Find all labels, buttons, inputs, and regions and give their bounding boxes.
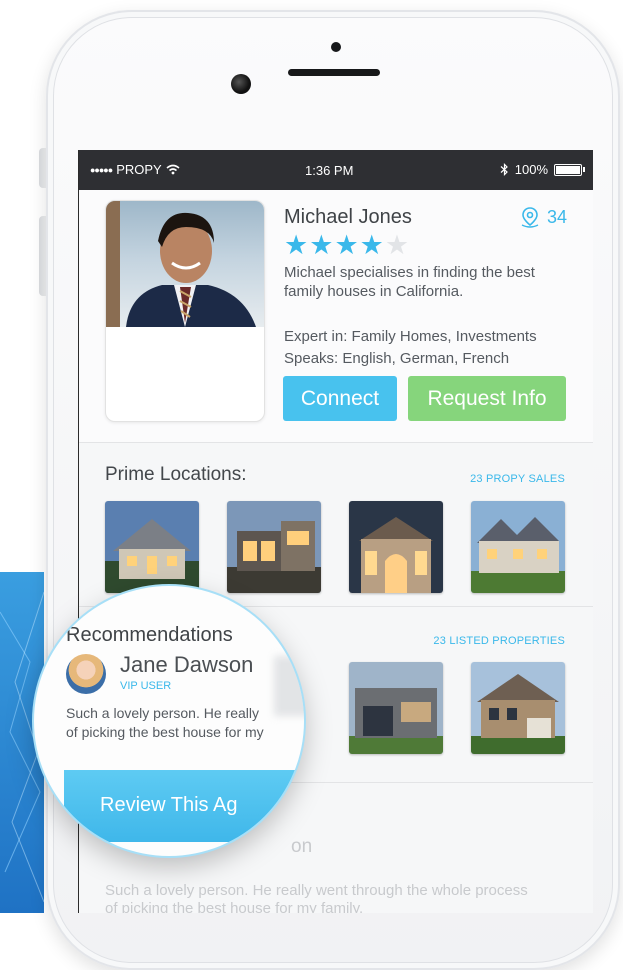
property-image bbox=[471, 662, 565, 754]
battery-icon bbox=[554, 163, 582, 176]
agent-expertise: Expert in: Family Homes, Investments bbox=[284, 328, 537, 345]
property-thumbnail[interactable] bbox=[471, 501, 565, 593]
agent-languages: Speaks: English, German, French bbox=[284, 350, 509, 367]
property-image bbox=[227, 501, 321, 593]
property-image bbox=[105, 501, 199, 593]
property-thumbnail[interactable] bbox=[105, 501, 199, 593]
carrier-name: PROPY bbox=[116, 162, 162, 177]
location-count[interactable]: 34 bbox=[519, 206, 567, 228]
avatar bbox=[66, 654, 106, 694]
battery-group: 100% bbox=[500, 162, 585, 177]
review-text: Such a lovely person. He really of picki… bbox=[66, 704, 304, 742]
review-line: Such a lovely person. He really bbox=[66, 705, 259, 721]
reviewer-badge: VIP USER bbox=[120, 680, 172, 692]
star-icon: ★ bbox=[334, 230, 359, 260]
recommendations-title: Recommendations bbox=[66, 624, 233, 646]
speaks-label: Speaks: bbox=[284, 350, 339, 367]
front-camera bbox=[231, 74, 251, 94]
propy-sales-link[interactable]: 23 PROPY SALES bbox=[470, 473, 565, 485]
property-thumbnail[interactable] bbox=[471, 662, 565, 754]
magnified-recommendations: Recommendations Jane Dawson VIP USER Suc… bbox=[34, 586, 304, 856]
property-thumbnail[interactable] bbox=[349, 501, 443, 593]
agent-profile-card: Michael Jones 34 ★ ★ ★ ★ ★ Michael speci… bbox=[79, 190, 593, 443]
property-image bbox=[471, 501, 565, 593]
property-image bbox=[349, 501, 443, 593]
agent-name: Michael Jones bbox=[284, 206, 412, 228]
expert-value: Family Homes, Investments bbox=[351, 328, 537, 345]
property-thumbnail[interactable] bbox=[349, 662, 443, 754]
carrier-group: ●●●●● PROPY bbox=[90, 162, 180, 177]
bluetooth-icon bbox=[500, 163, 508, 176]
background-review-text: Such a lovely person. He really went thr… bbox=[105, 882, 528, 899]
agent-photo bbox=[106, 201, 264, 327]
review-line: of picking the best house for my bbox=[66, 724, 264, 740]
proximity-sensor bbox=[331, 42, 341, 52]
expert-label: Expert in: bbox=[284, 328, 348, 345]
star-icon: ★ bbox=[284, 230, 309, 260]
status-bar: ●●●●● PROPY 1:36 PM 100% bbox=[79, 150, 593, 190]
review-agent-label: Review This Ag bbox=[100, 794, 238, 816]
reviewer-name: Jane Dawson bbox=[120, 652, 254, 677]
star-icon: ★ bbox=[384, 230, 410, 260]
battery-percent: 100% bbox=[514, 162, 548, 177]
speaks-value: English, German, French bbox=[342, 350, 510, 367]
prime-locations-title: Prime Locations: bbox=[105, 464, 247, 485]
agent-portrait-image bbox=[106, 201, 256, 327]
magnifier-lens: Recommendations Jane Dawson VIP USER Suc… bbox=[34, 586, 304, 856]
battery-tip bbox=[583, 167, 585, 172]
agent-bio: Michael specialises in finding the best … bbox=[284, 264, 535, 300]
signal-dots-icon: ●●●●● bbox=[90, 164, 113, 175]
listed-properties-link[interactable]: 23 LISTED PROPERTIES bbox=[433, 635, 565, 647]
property-thumbnail[interactable] bbox=[227, 501, 321, 593]
status-time: 1:36 PM bbox=[305, 163, 354, 178]
location-pin-icon bbox=[521, 207, 539, 228]
rating-stars: ★ ★ ★ ★ ★ bbox=[284, 232, 409, 259]
star-icon: ★ bbox=[359, 230, 384, 260]
background-review-text: of picking the best house for my family. bbox=[105, 900, 364, 913]
property-image bbox=[349, 662, 443, 754]
agent-photo-card bbox=[105, 200, 265, 422]
wifi-icon bbox=[166, 164, 180, 175]
star-icon: ★ bbox=[309, 230, 334, 260]
location-count-value: 34 bbox=[546, 206, 567, 227]
review-agent-button[interactable]: Review This Ag bbox=[64, 770, 304, 842]
earpiece-speaker bbox=[288, 69, 380, 76]
connect-button[interactable]: Connect bbox=[283, 376, 397, 421]
request-info-button[interactable]: Request Info bbox=[408, 376, 566, 421]
